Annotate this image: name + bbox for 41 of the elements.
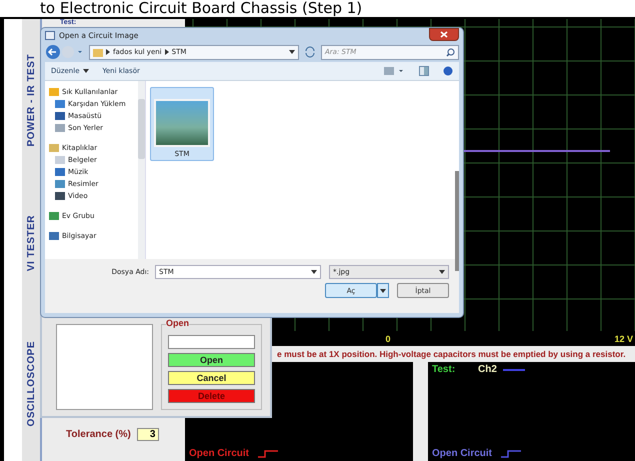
- legend-line: [502, 368, 525, 372]
- list-box[interactable]: [56, 324, 153, 410]
- step-icon: [500, 450, 522, 458]
- step-icon: [257, 450, 280, 458]
- view-options-icon: [383, 66, 405, 76]
- close-icon: [440, 31, 448, 38]
- axis-label: 12 V: [614, 334, 633, 344]
- split-dropdown-button[interactable]: [377, 283, 389, 298]
- channel-label: Ch2: [478, 364, 497, 375]
- side-tab[interactable]: OSCILLOSCOPE: [26, 340, 36, 426]
- status-text: Open Circuit: [432, 448, 492, 459]
- caret-icon: [82, 69, 88, 73]
- tolerance-field[interactable]: 3: [136, 428, 160, 441]
- folder-icon: [55, 99, 65, 109]
- tolerance-label: Tolerance (%): [66, 429, 131, 440]
- back-forward-icon: [45, 44, 85, 60]
- close-button[interactable]: [429, 28, 459, 41]
- folder-icon: [93, 48, 103, 56]
- side-tab[interactable]: VI TESTER: [26, 215, 36, 272]
- action-button[interactable]: Open: [168, 353, 255, 367]
- photo-placeholder: [154, 99, 210, 147]
- dropdown-icon: [311, 270, 317, 274]
- dropdown-icon: [439, 270, 445, 274]
- input-field[interactable]: [168, 335, 255, 349]
- refresh-icon: [303, 45, 317, 59]
- status-text: Open Circuit: [189, 448, 250, 459]
- test-label: Test:: [432, 364, 456, 375]
- chevron-icon: [106, 49, 110, 55]
- app-icon: [45, 30, 55, 40]
- axis-label: 0: [385, 334, 390, 344]
- caret-icon: [380, 288, 386, 292]
- preview-pane-icon: [419, 66, 429, 76]
- search-icon: [446, 48, 455, 56]
- group-title: Open: [166, 318, 190, 328]
- scrollbar[interactable]: [455, 171, 459, 271]
- chevron-icon: [164, 49, 169, 55]
- action-button[interactable]: Cancel: [168, 371, 255, 385]
- scrollbar[interactable]: [138, 81, 145, 259]
- dropdown-icon: [289, 50, 295, 54]
- warning-text: e must be at 1X position. High-voltage capacitors must be emptied by using a resistor.: [277, 349, 627, 359]
- side-tab[interactable]: POWER - IR TEST: [26, 54, 36, 146]
